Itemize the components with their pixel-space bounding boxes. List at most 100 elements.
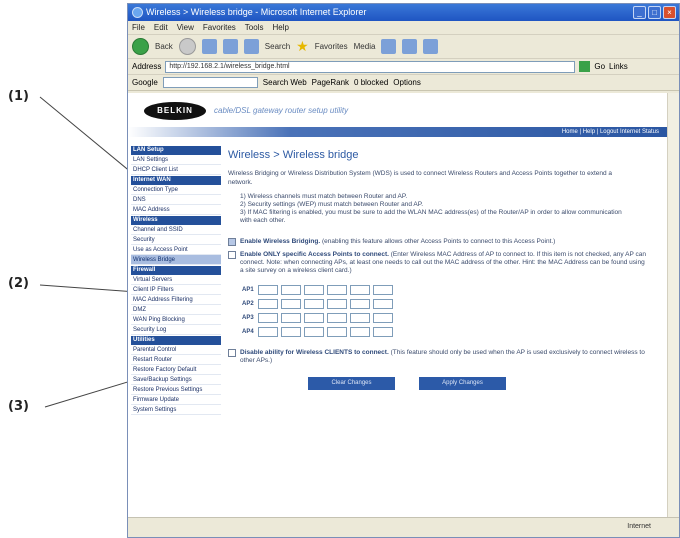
mac-octet-input[interactable] [258,313,278,323]
sidebar-item-wireless-bridge[interactable]: Wireless Bridge [131,255,221,265]
menu-edit[interactable]: Edit [154,21,168,34]
mac-octet-input[interactable] [281,285,301,295]
search-button[interactable]: Search [265,42,290,51]
minimize-button[interactable]: _ [633,6,646,19]
apply-changes-button[interactable]: Apply Changes [419,377,506,390]
menu-help[interactable]: Help [272,21,288,34]
maximize-button[interactable]: □ [648,6,661,19]
sidebar-item-restart-router[interactable]: Restart Router [131,355,221,365]
home-icon[interactable] [243,39,259,54]
favorites-button[interactable]: Favorites [315,42,348,51]
close-button[interactable]: × [663,6,676,19]
mac-octet-input[interactable] [373,299,393,309]
enable-bridging-note: (enabling this feature allows other Acce… [320,238,556,245]
mac-octet-input[interactable] [258,285,278,295]
wds-description: Wireless Bridging or Wireless Distributi… [228,170,613,186]
sidebar-item-dmz[interactable]: DMZ [131,305,221,315]
google-logo[interactable]: Google [132,78,158,87]
page-title: Wireless > Wireless bridge [228,149,359,161]
sidebar-item-connection-type[interactable]: Connection Type [131,185,221,195]
back-button-label[interactable]: Back [155,42,173,51]
address-label: Address [132,62,162,71]
sidebar-item-dhcp-client-list[interactable]: DHCP Client List [131,165,221,175]
sidebar-section-utilities: Utilities [131,336,221,345]
sidebar-item-security-log[interactable]: Security Log [131,325,221,335]
go-arrow-icon[interactable] [579,61,591,72]
mac-octet-input[interactable] [350,285,370,295]
sidebar-item-firmware-update[interactable]: Firmware Update [131,395,221,405]
refresh-icon[interactable] [222,39,238,54]
go-button[interactable]: Go [594,62,605,71]
router-web-page: BELKIN cable/DSL gateway router setup ut… [128,93,669,519]
sidebar-item-wan-ping-blocking[interactable]: WAN Ping Blocking [131,315,221,325]
forward-arrow-icon[interactable] [178,38,196,55]
pagerank-indicator: PageRank [311,78,350,87]
mac-octet-input[interactable] [327,299,347,309]
google-toolbar: Google Search Web PageRank 0 blocked Opt… [128,75,679,91]
sidebar-item-security[interactable]: Security [131,235,221,245]
menu-tools[interactable]: Tools [245,21,264,34]
sidebar-item-parental-control[interactable]: Parental Control [131,345,221,355]
media-button[interactable]: Media [354,42,376,51]
sidebar-item-virtual-servers[interactable]: Virtual Servers [131,275,221,285]
mac-octet-input[interactable] [304,327,324,337]
stop-icon[interactable] [201,39,217,54]
header-nav-links[interactable]: Home | Help | Logout Internet Status [128,127,669,137]
back-arrow-icon[interactable] [132,38,149,55]
menu-file[interactable]: File [132,21,145,34]
sidebar-item-save-backup-settings[interactable]: Save/Backup Settings [131,375,221,385]
mac-octet-input[interactable] [258,327,278,337]
menu-favorites[interactable]: Favorites [203,21,236,34]
links-button[interactable]: Links [609,62,628,71]
mac-octet-input[interactable] [350,299,370,309]
print-icon[interactable] [423,39,439,54]
sidebar-item-restore-factory-default[interactable]: Restore Factory Default [131,365,221,375]
mac-octet-input[interactable] [373,285,393,295]
main-content: Wireless > Wireless bridge Wireless Brid… [228,145,661,390]
vertical-scrollbar[interactable] [667,93,679,519]
sidebar-item-channel-and-ssid[interactable]: Channel and SSID [131,225,221,235]
disable-clients-label: Disable ability for Wireless CLIENTS to … [240,349,389,356]
mac-octet-input[interactable] [373,327,393,337]
mac-octet-input[interactable] [373,313,393,323]
sidebar-item-mac-address[interactable]: MAC Address [131,205,221,215]
mac-octet-input[interactable] [281,327,301,337]
mac-octet-input[interactable] [327,285,347,295]
sidebar-item-dns[interactable]: DNS [131,195,221,205]
ap-row: AP1 [242,283,661,297]
mac-octet-input[interactable] [304,299,324,309]
sidebar-item-use-as-access-point[interactable]: Use as Access Point [131,245,221,255]
popup-blocked-counter[interactable]: 0 blocked [354,78,388,87]
enable-bridging-checkbox[interactable] [228,238,236,246]
mac-octet-input[interactable] [304,285,324,295]
specific-ap-label: Enable ONLY specific Access Points to co… [240,251,389,258]
favorites-star-icon[interactable]: ★ [296,38,309,55]
mac-octet-input[interactable] [258,299,278,309]
ap-label: AP3 [242,315,254,321]
status-bar: Internet [128,517,679,537]
sidebar-item-restore-previous-settings[interactable]: Restore Previous Settings [131,385,221,395]
sidebar-item-system-settings[interactable]: System Settings [131,405,221,415]
sidebar-item-client-ip-filters[interactable]: Client IP Filters [131,285,221,295]
mac-octet-input[interactable] [304,313,324,323]
history-icon[interactable] [381,39,397,54]
address-input[interactable]: http://192.168.2.1/wireless_bridge.html [165,60,576,73]
mac-octet-input[interactable] [327,327,347,337]
mac-octet-input[interactable] [350,327,370,337]
google-options-button[interactable]: Options [393,78,421,87]
disable-clients-checkbox[interactable] [228,349,236,357]
clear-changes-button[interactable]: Clear Changes [308,377,395,390]
mac-octet-input[interactable] [327,313,347,323]
google-search-web-button[interactable]: Search Web [263,78,307,87]
mac-octet-input[interactable] [281,299,301,309]
mac-octet-input[interactable] [281,313,301,323]
menu-bar: File Edit View Favorites Tools Help [128,21,679,35]
google-search-input[interactable] [162,77,258,88]
sidebar-item-mac-address-filtering[interactable]: MAC Address Filtering [131,295,221,305]
mac-octet-input[interactable] [350,313,370,323]
sidebar-item-lan-settings[interactable]: LAN Settings [131,155,221,165]
specific-ap-checkbox[interactable] [228,251,236,259]
rule-1: 1) Wireless channels must match between … [240,193,408,200]
mail-icon[interactable] [402,39,418,54]
menu-view[interactable]: View [177,21,194,34]
